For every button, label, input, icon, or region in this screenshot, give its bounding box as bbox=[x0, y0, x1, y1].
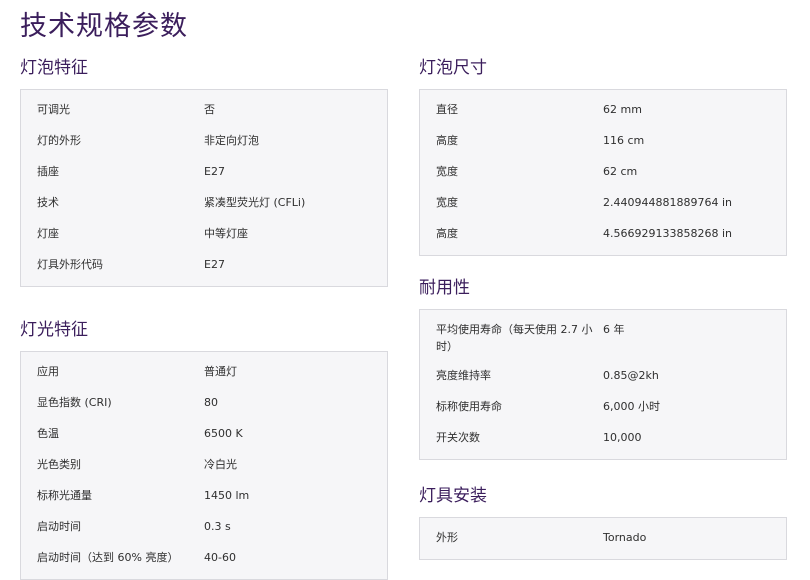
spec-row: 亮度维持率 0.85@2kh bbox=[420, 361, 786, 392]
spec-label: 宽度 bbox=[436, 196, 458, 209]
spec-label: 亮度维持率 bbox=[436, 369, 491, 382]
spec-row: 宽度 62 cm bbox=[420, 157, 786, 188]
spec-table: 可调光 否 灯的外形 非定向灯泡 插座 E27 技术 紧凑型荧光灯 (CFLi) 灯座 中… bbox=[20, 89, 388, 287]
spec-label: 色温 bbox=[37, 427, 59, 440]
spec-label: 外形 bbox=[436, 531, 458, 544]
spec-table: 直径 62 mm 高度 116 cm 宽度 62 cm 宽度 2.44094488188… bbox=[419, 89, 787, 256]
spec-value: 否 bbox=[204, 103, 215, 116]
spec-label: 平均使用寿命（每天使用 2.7 小时） bbox=[436, 323, 593, 353]
spec-label: 启动时间 bbox=[37, 520, 81, 533]
section-light-features: 灯光特征 应用 普通灯 显色指数 (CRI) 80 色温 6500 K 光色类别 冷白光… bbox=[20, 318, 388, 580]
spec-value: 2.440944881889764 in bbox=[603, 196, 732, 209]
spec-label: 技术 bbox=[37, 196, 59, 209]
spec-value: 非定向灯泡 bbox=[204, 134, 259, 147]
spec-value: 6 年 bbox=[603, 323, 625, 336]
spec-value: 0.85@2kh bbox=[603, 369, 659, 382]
spec-row: 平均使用寿命（每天使用 2.7 小时） 6 年 bbox=[420, 315, 786, 361]
spec-row: 显色指数 (CRI) 80 bbox=[21, 388, 387, 419]
spec-row: 标称光通量 1450 lm bbox=[21, 481, 387, 512]
spec-value: 62 cm bbox=[603, 165, 638, 178]
spec-row: 启动时间（达到 60% 亮度） 40-60 bbox=[21, 543, 387, 574]
spec-label: 应用 bbox=[37, 365, 59, 378]
spec-value: 62 mm bbox=[603, 103, 642, 116]
section-title: 灯光特征 bbox=[20, 320, 88, 340]
spec-value: 冷白光 bbox=[204, 458, 237, 471]
spec-label: 灯的外形 bbox=[37, 134, 81, 147]
spec-label: 显色指数 (CRI) bbox=[37, 396, 112, 409]
section-bulb-dimensions: 灯泡尺寸 直径 62 mm 高度 116 cm 宽度 62 cm 宽度 2.440944… bbox=[419, 56, 787, 276]
spec-row: 技术 紧凑型荧光灯 (CFLi) bbox=[21, 188, 387, 219]
spec-value: 6500 K bbox=[204, 427, 243, 440]
section-durability: 耐用性 平均使用寿命（每天使用 2.7 小时） 6 年 亮度维持率 0.85@2kh… bbox=[419, 276, 787, 484]
spec-row: 高度 116 cm bbox=[420, 126, 786, 157]
spec-label: 光色类别 bbox=[37, 458, 81, 471]
spec-table: 应用 普通灯 显色指数 (CRI) 80 色温 6500 K 光色类别 冷白光 标称光通… bbox=[20, 351, 388, 580]
spec-label: 可调光 bbox=[37, 103, 70, 116]
spec-label: 启动时间（达到 60% 亮度） bbox=[37, 551, 179, 564]
section-title: 灯泡特征 bbox=[20, 58, 88, 78]
spec-row: 灯的外形 非定向灯泡 bbox=[21, 126, 387, 157]
spec-label: 高度 bbox=[436, 134, 458, 147]
section-fixture-installation: 灯具安装 外形 Tornado bbox=[419, 484, 787, 560]
spec-row: 标称使用寿命 6,000 小时 bbox=[420, 392, 786, 423]
spec-value: 普通灯 bbox=[204, 365, 237, 378]
spec-row: 高度 4.566929133858268 in bbox=[420, 219, 786, 250]
spec-label: 开关次数 bbox=[436, 431, 480, 444]
spec-value: 中等灯座 bbox=[204, 227, 248, 240]
spec-label: 标称使用寿命 bbox=[436, 400, 502, 413]
spec-label: 灯具外形代码 bbox=[37, 258, 103, 271]
section-bulb-features: 灯泡特征 可调光 否 灯的外形 非定向灯泡 插座 E27 技术 紧凑型荧光灯 (CFLi… bbox=[20, 56, 388, 318]
spec-label: 直径 bbox=[436, 103, 458, 116]
spec-value: E27 bbox=[204, 258, 225, 271]
spec-row: 插座 E27 bbox=[21, 157, 387, 188]
spec-value: E27 bbox=[204, 165, 225, 178]
spec-value: 40-60 bbox=[204, 551, 236, 564]
spec-row: 应用 普通灯 bbox=[21, 357, 387, 388]
spec-row: 直径 62 mm bbox=[420, 95, 786, 126]
spec-row: 灯座 中等灯座 bbox=[21, 219, 387, 250]
spec-row: 外形 Tornado bbox=[420, 523, 786, 554]
spec-value: 1450 lm bbox=[204, 489, 250, 502]
spec-row: 可调光 否 bbox=[21, 95, 387, 126]
spec-row: 宽度 2.440944881889764 in bbox=[420, 188, 786, 219]
spec-value: 0.3 s bbox=[204, 520, 231, 533]
section-title: 灯具安装 bbox=[419, 486, 487, 506]
spec-row: 启动时间 0.3 s bbox=[21, 512, 387, 543]
spec-value: 紧凑型荧光灯 (CFLi) bbox=[204, 196, 306, 209]
spec-table: 外形 Tornado bbox=[419, 517, 787, 560]
spec-value: Tornado bbox=[603, 531, 647, 544]
left-column: 灯泡特征 可调光 否 灯的外形 非定向灯泡 插座 E27 技术 紧凑型荧光灯 (CFLi… bbox=[20, 56, 388, 580]
section-title: 耐用性 bbox=[419, 278, 470, 298]
spec-label: 宽度 bbox=[436, 165, 458, 178]
spec-table: 平均使用寿命（每天使用 2.7 小时） 6 年 亮度维持率 0.85@2kh 标称使… bbox=[419, 309, 787, 460]
spec-value: 80 bbox=[204, 396, 218, 409]
spec-value: 4.566929133858268 in bbox=[603, 227, 732, 240]
section-title: 灯泡尺寸 bbox=[419, 58, 487, 78]
spec-row: 开关次数 10,000 bbox=[420, 423, 786, 454]
spec-label: 标称光通量 bbox=[37, 489, 92, 502]
spec-label: 高度 bbox=[436, 227, 458, 240]
page-title: 技术规格参数 bbox=[20, 11, 188, 42]
spec-row: 色温 6500 K bbox=[21, 419, 387, 450]
right-column: 灯泡尺寸 直径 62 mm 高度 116 cm 宽度 62 cm 宽度 2.440944… bbox=[419, 56, 787, 560]
spec-row: 光色类别 冷白光 bbox=[21, 450, 387, 481]
spec-label: 插座 bbox=[37, 165, 59, 178]
spec-value: 116 cm bbox=[603, 134, 645, 147]
spec-row: 灯具外形代码 E27 bbox=[21, 250, 387, 281]
spec-value: 10,000 bbox=[603, 431, 642, 444]
spec-label: 灯座 bbox=[37, 227, 59, 240]
spec-value: 6,000 小时 bbox=[603, 400, 660, 413]
